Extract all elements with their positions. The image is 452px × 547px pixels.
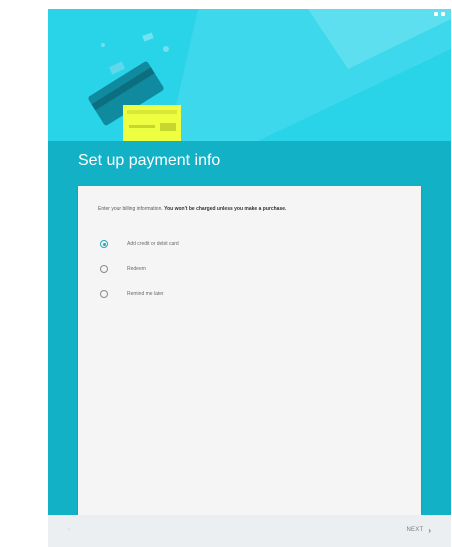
page-title: Set up payment info xyxy=(78,152,221,169)
next-button[interactable]: NEXT › xyxy=(407,524,431,536)
option-remind-later[interactable]: Remind me later xyxy=(100,288,164,300)
hero-banner xyxy=(48,9,451,141)
signal-icon xyxy=(434,12,438,16)
navigation-bar: ‹ NEXT › xyxy=(48,515,451,547)
intro-text: Enter your billing information. You won'… xyxy=(98,206,398,213)
radio-button[interactable] xyxy=(100,265,108,273)
radio-button[interactable] xyxy=(100,290,108,298)
payment-card-illustration xyxy=(88,9,451,141)
next-label: NEXT xyxy=(406,527,424,533)
intro-normal-text: Enter your billing information. xyxy=(98,206,165,212)
battery-icon xyxy=(441,12,445,16)
device-screen: Set up payment info Enter your billing i… xyxy=(48,9,451,547)
content-area: Enter your billing information. You won'… xyxy=(48,186,451,515)
title-bar: Set up payment info xyxy=(48,141,451,186)
option-label: Add credit or debit card xyxy=(127,241,179,247)
option-label: Remind me later xyxy=(127,291,164,297)
option-redeem[interactable]: Redeem xyxy=(100,263,146,275)
status-bar xyxy=(434,12,445,16)
chevron-left-icon[interactable]: ‹ xyxy=(68,526,70,533)
payment-options-card: Enter your billing information. You won'… xyxy=(78,186,421,515)
radio-button-selected[interactable] xyxy=(100,240,108,248)
chevron-right-icon: › xyxy=(428,525,431,535)
option-label: Redeem xyxy=(127,266,146,272)
option-add-card[interactable]: Add credit or debit card xyxy=(100,238,179,250)
intro-bold-text: You won't be charged unless you make a p… xyxy=(164,206,287,212)
